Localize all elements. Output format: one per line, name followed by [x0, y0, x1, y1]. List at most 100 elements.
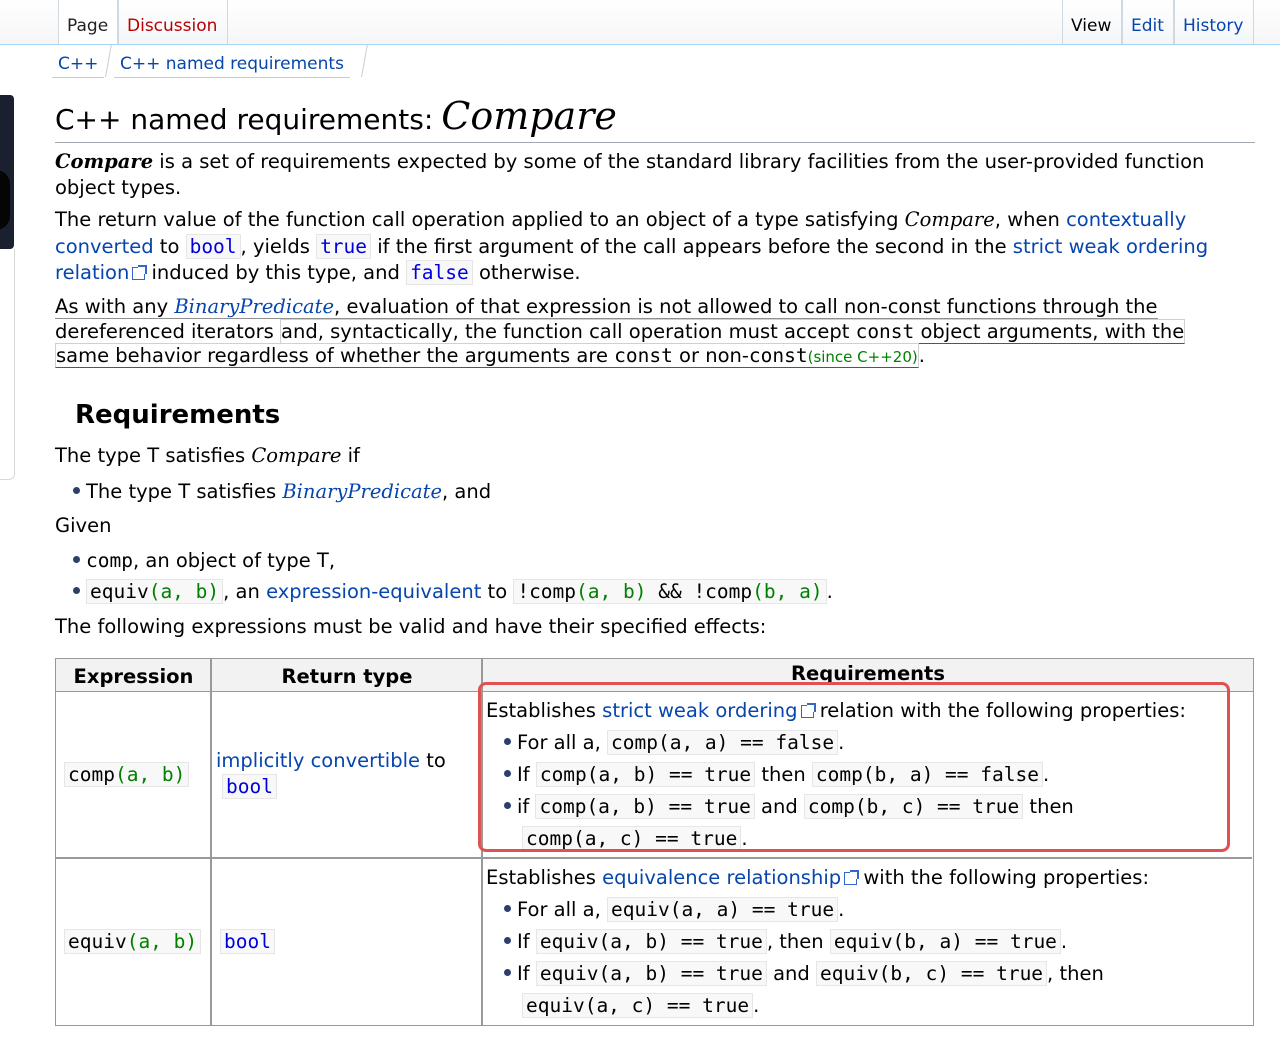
intro-text: to [153, 234, 186, 258]
args-code: (a, b) [148, 580, 220, 603]
compare-term: Compare [904, 208, 995, 231]
bool-code: bool [220, 929, 275, 954]
equiv-code: equiv [68, 930, 127, 953]
given-bullet-1: comp, an object of type T, [73, 548, 335, 574]
tab-discussion[interactable]: Discussion [118, 0, 228, 44]
intro-text: same behavior regardless of whether the … [56, 344, 615, 367]
tab-history-label: History [1183, 16, 1244, 36]
req-text: , an object of type T, [132, 549, 336, 572]
tab-discussion-label: Discussion [127, 16, 218, 36]
bool-code: bool [222, 774, 277, 799]
tab-view-label: View [1071, 16, 1112, 36]
bullet-icon [504, 937, 511, 944]
table-row-2-return-type: bool [220, 929, 275, 955]
tab-view[interactable]: View [1062, 0, 1122, 44]
code-equiv-ba-true: equiv(b, a) == true [829, 929, 1061, 954]
contextually-converted-link[interactable]: contextually [1066, 208, 1186, 231]
cell-text: , then [1047, 962, 1104, 985]
bullet-icon [73, 556, 80, 563]
intro-text: dereferenced iterators [55, 319, 274, 344]
given-bullet-2: equiv(a, b), an expression-equivalent to… [73, 579, 833, 605]
args-code: (b, a) [752, 580, 823, 603]
contextually-converted-link[interactable]: converted [55, 235, 154, 258]
intro-text: otherwise. [472, 261, 581, 284]
args-code: (a, b) [576, 580, 647, 603]
section-heading-requirements: Requirements [75, 400, 281, 430]
intro-text: or non- [672, 344, 749, 367]
cell-text: If [517, 930, 536, 953]
table-row-2-requirements: Establishes equivalence relationship wit… [486, 866, 1150, 1018]
breadcrumb-item-named-requirements[interactable]: C++ named requirements [114, 44, 350, 78]
intro-text: , evaluation of that expression is not a… [334, 295, 1158, 318]
cell-text: and [766, 962, 816, 985]
compare-term: Compare [55, 150, 154, 173]
intro-paragraph-2: The return value of the function call op… [55, 207, 1208, 287]
req-text: The type T satisfies [55, 444, 252, 467]
breadcrumb-separator [105, 44, 112, 77]
table-row-1-return-type: implicitly convertible to bool [216, 748, 446, 800]
tab-page-label: Page [67, 16, 109, 36]
since-cpp20-block: and, syntactically, the function call op… [280, 318, 1186, 344]
cell-text: Establishes [486, 866, 603, 889]
req-text: , an [223, 580, 267, 603]
page-title: C++ named requirements: Compare [55, 94, 1255, 143]
code-equiv-bc-true: equiv(b, c) == true [815, 961, 1048, 986]
code-equiv-ab-true: equiv(a, b) == true [535, 961, 767, 986]
implicitly-convertible-link[interactable]: implicitly convertible [216, 749, 420, 772]
intro-paragraph-1: Compare is a set of requirements expecte… [55, 149, 1204, 201]
req-text: to [481, 580, 514, 603]
external-link-icon [132, 265, 148, 280]
strict-weak-ordering-link[interactable]: strict weak ordering [1013, 235, 1208, 258]
breadcrumb-separator [361, 44, 368, 77]
table-header-expression: Expression [56, 659, 211, 692]
equivalence-relationship-link[interactable]: equivalence relationship [602, 866, 841, 889]
intro-text: and, syntactically, the function call op… [281, 319, 856, 343]
given-label: Given [55, 514, 112, 537]
bullet-icon [73, 487, 80, 494]
code-equiv-ac-true: equiv(a, c) == true [522, 993, 754, 1018]
tab-history[interactable]: History [1174, 0, 1254, 44]
comp-code: && !comp [646, 580, 753, 603]
bullet-icon [73, 587, 80, 594]
intro-text: , yields [240, 234, 317, 258]
side-panel-logo [0, 170, 10, 230]
req-text: if [341, 444, 360, 467]
comp-code: comp [68, 763, 115, 786]
binary-predicate-link[interactable]: BinaryPredicate [282, 480, 442, 503]
table-divider [210, 659, 212, 1025]
const-code: const [855, 319, 915, 343]
intro-text: , when [994, 208, 1067, 231]
cell-text: to [420, 749, 446, 772]
top-tab-bar: Page Discussion View Edit History [0, 0, 1280, 45]
since-cpp20-label: (since C++20) [807, 348, 918, 366]
code-equiv-aa-true: equiv(a, a) == true [607, 897, 839, 922]
comp-code: !comp [517, 580, 577, 603]
intro-text: is a set of requirements expected by som… [153, 150, 1205, 173]
intro-text: induced by this type, and [145, 261, 407, 284]
breadcrumb-item-cpp[interactable]: C++ [52, 44, 105, 78]
table-divider [56, 857, 1252, 859]
intro-text: As with any [55, 295, 175, 318]
cell-text: with the following properties: [857, 866, 1150, 889]
bullet-icon [504, 905, 511, 912]
bullet-icon [504, 969, 511, 976]
intro-text: object types. [55, 176, 182, 199]
args-code: (a, b) [114, 763, 186, 786]
true-code: true [316, 233, 372, 259]
code-equiv-ab-true: equiv(a, b) == true [535, 929, 767, 954]
cell-text: For all a, [517, 898, 607, 921]
tab-page[interactable]: Page [58, 0, 118, 44]
tab-edit[interactable]: Edit [1122, 0, 1174, 44]
requirements-line-1: The type T satisfies Compare if [55, 443, 360, 469]
intro-text: if the first argument of the call appear… [371, 234, 1013, 258]
table-header-return-type: Return type [212, 659, 482, 692]
binary-predicate-link[interactable]: BinaryPredicate [174, 295, 334, 318]
req-text: The type T satisfies [86, 480, 283, 503]
compare-term: Compare [251, 444, 342, 467]
page-title-name: Compare [441, 94, 617, 138]
side-panel-border [0, 249, 15, 480]
strict-weak-ordering-link[interactable]: relation [55, 261, 129, 284]
req-text: , and [442, 480, 492, 503]
expression-equivalent-link[interactable]: expression-equivalent [266, 580, 481, 603]
following-expressions-line: The following expressions must be valid … [55, 615, 767, 638]
